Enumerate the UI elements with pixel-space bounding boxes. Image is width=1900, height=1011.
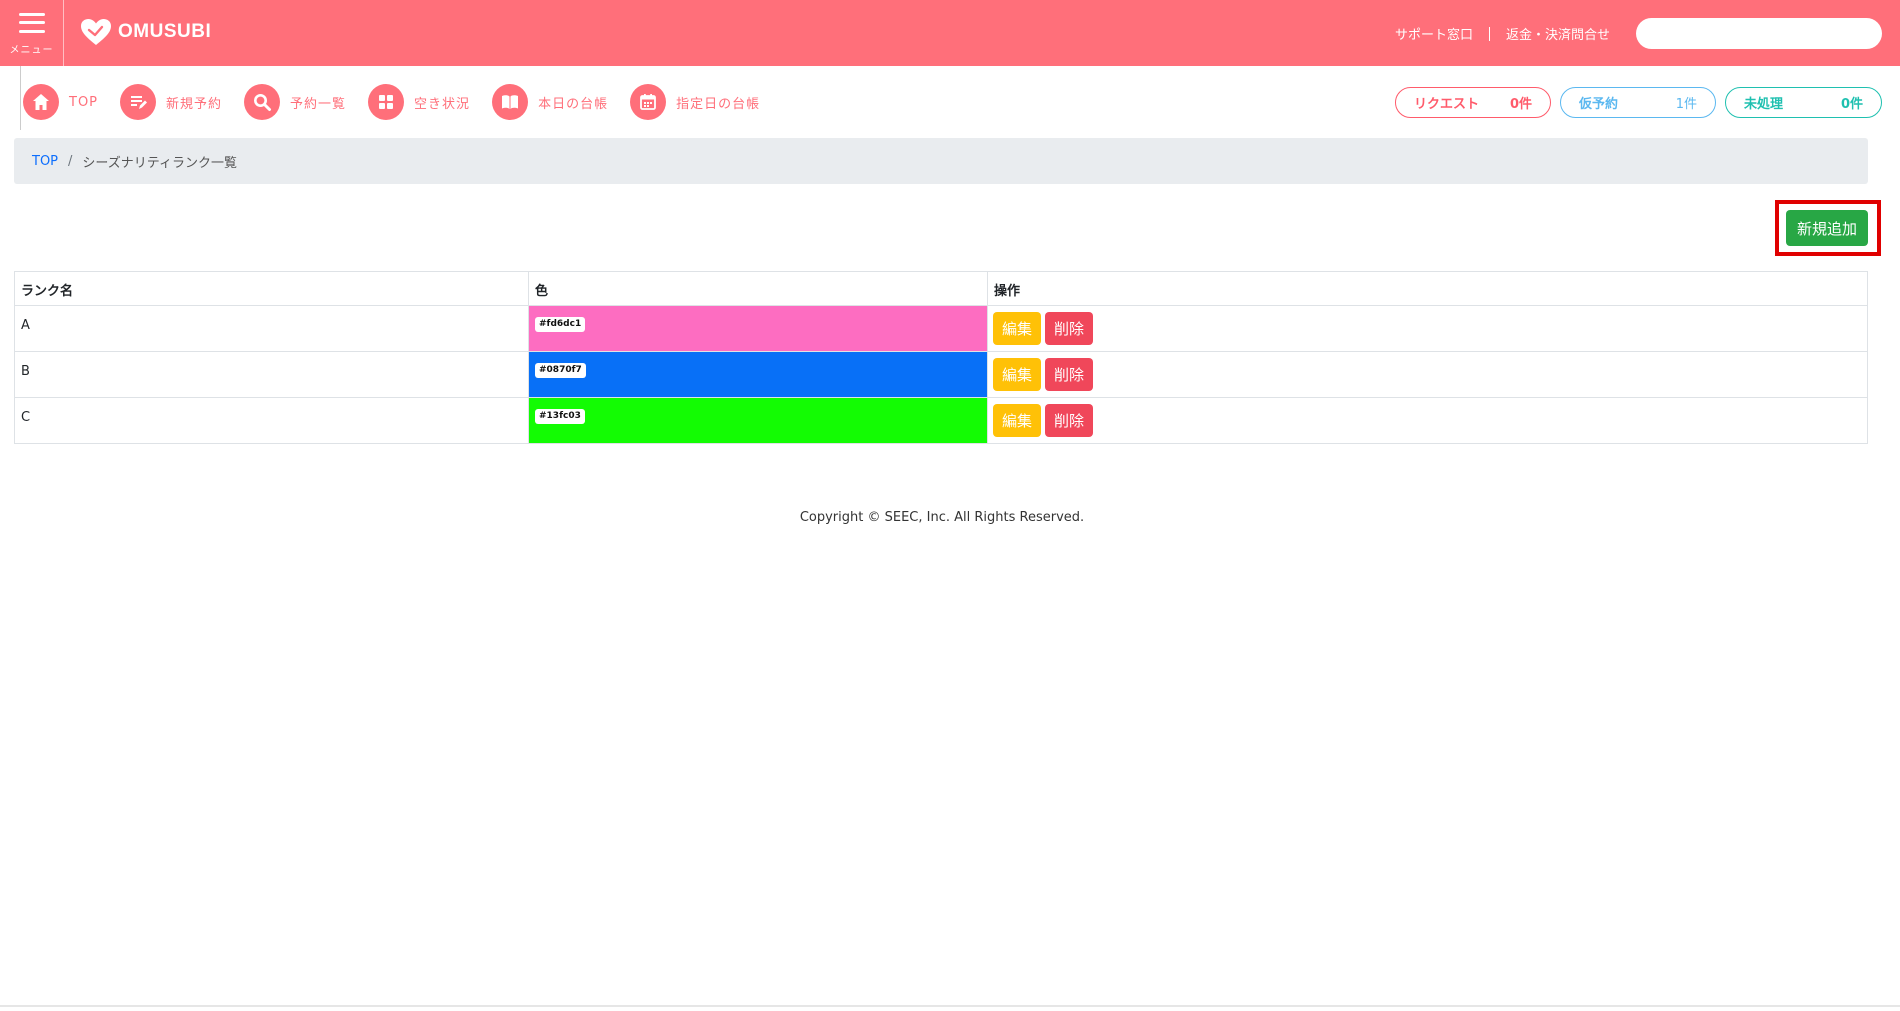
rank-name-cell: B bbox=[14, 351, 529, 398]
rank-name: C bbox=[21, 410, 31, 425]
nav-label-reservation-list: 予約一覧 bbox=[290, 96, 347, 112]
color-swatch: #0870f7 bbox=[528, 351, 988, 398]
breadcrumb-separator: / bbox=[68, 153, 73, 169]
edit-button[interactable]: 編集 bbox=[993, 404, 1042, 437]
table-row: C #13fc03 編集 削除 bbox=[14, 397, 1868, 444]
grid-icon bbox=[368, 84, 405, 120]
search-icon bbox=[244, 84, 281, 120]
table-row: A #fd6dc1 編集 削除 bbox=[14, 305, 1868, 352]
color-code-badge: #0870f7 bbox=[535, 363, 586, 378]
seasonality-rank-table: ランク名 色 操作 A #fd6dc1 編集 削除 B #0870f7 編集 削… bbox=[14, 271, 1868, 444]
nav-item-today-ledger[interactable]: 本日の台帳 bbox=[492, 84, 608, 120]
unprocessed-label: 未処理 bbox=[1744, 97, 1784, 112]
heart-hands-icon bbox=[81, 19, 111, 45]
menu-label: メニュー bbox=[9, 44, 54, 56]
color-swatch: #fd6dc1 bbox=[528, 305, 988, 352]
rank-name: B bbox=[21, 364, 30, 379]
top-header: メニュー OMUSUBI サポート窓口 返金・決済問合せ bbox=[0, 0, 1900, 66]
nav-label-availability: 空き状況 bbox=[414, 96, 471, 112]
tentative-reservation-badge[interactable]: 仮予約 1件 bbox=[1560, 87, 1716, 118]
nav-label-today-ledger: 本日の台帳 bbox=[538, 96, 609, 112]
actions-cell: 編集 削除 bbox=[987, 305, 1868, 352]
nav-label-top: TOP bbox=[69, 94, 99, 110]
nav-label-date-ledger: 指定日の台帳 bbox=[676, 96, 761, 112]
nav-divider bbox=[20, 66, 21, 130]
unprocessed-badge[interactable]: 未処理 0件 bbox=[1725, 87, 1882, 118]
request-label: リクエスト bbox=[1414, 97, 1480, 112]
logo-text: OMUSUBI bbox=[118, 21, 212, 42]
unprocessed-count: 0件 bbox=[1840, 97, 1863, 112]
tentative-count: 1件 bbox=[1675, 97, 1697, 112]
calendar-icon bbox=[630, 84, 667, 120]
header-links: サポート窓口 返金・決済問合せ bbox=[1395, 24, 1610, 43]
color-swatch: #13fc03 bbox=[528, 397, 988, 444]
table-header-row: ランク名 色 操作 bbox=[14, 271, 1868, 306]
rank-name-cell: C bbox=[14, 397, 529, 444]
edit-button[interactable]: 編集 bbox=[993, 312, 1042, 345]
header-search-input[interactable] bbox=[1636, 18, 1882, 49]
breadcrumb-home-link[interactable]: TOP bbox=[32, 154, 58, 169]
quick-nav: TOP 新規予約 予約一覧 空き状況 本日の台帳 指定日の台帳 リクエスト 0件… bbox=[0, 66, 1900, 138]
support-link[interactable]: サポート窓口 bbox=[1395, 24, 1473, 43]
nav-label-new-reservation: 新規予約 bbox=[166, 96, 223, 112]
bottom-divider bbox=[0, 1005, 1900, 1007]
actions-cell: 編集 削除 bbox=[987, 351, 1868, 398]
menu-button[interactable]: メニュー bbox=[0, 0, 64, 66]
hamburger-icon bbox=[18, 12, 45, 33]
tentative-label: 仮予約 bbox=[1579, 97, 1619, 112]
color-code-badge: #fd6dc1 bbox=[535, 317, 586, 332]
nav-item-top[interactable]: TOP bbox=[23, 84, 98, 120]
nav-item-availability[interactable]: 空き状況 bbox=[368, 84, 470, 120]
request-count: 0件 bbox=[1509, 97, 1532, 112]
new-reservation-icon bbox=[120, 84, 157, 120]
delete-button[interactable]: 削除 bbox=[1045, 358, 1094, 391]
book-icon bbox=[492, 84, 529, 120]
nav-item-date-ledger[interactable]: 指定日の台帳 bbox=[630, 84, 760, 120]
rank-name-cell: A bbox=[14, 305, 529, 352]
edit-button[interactable]: 編集 bbox=[993, 358, 1042, 391]
delete-button[interactable]: 削除 bbox=[1045, 404, 1094, 437]
status-pills: リクエスト 0件 仮予約 1件 未処理 0件 bbox=[1386, 87, 1882, 118]
rank-name: A bbox=[21, 318, 30, 333]
nav-item-new-reservation[interactable]: 新規予約 bbox=[120, 84, 222, 120]
copyright-footer: Copyright © SEEC, Inc. All Rights Reserv… bbox=[799, 510, 1085, 525]
refund-inquiry-link[interactable]: 返金・決済問合せ bbox=[1506, 24, 1610, 43]
breadcrumb: TOP / シーズナリティランク一覧 bbox=[14, 138, 1868, 184]
request-count-badge[interactable]: リクエスト 0件 bbox=[1395, 87, 1551, 118]
color-code-badge: #13fc03 bbox=[535, 409, 585, 424]
nav-item-reservation-list[interactable]: 予約一覧 bbox=[244, 84, 346, 120]
column-header-actions: 操作 bbox=[987, 271, 1868, 306]
column-header-color: 色 bbox=[528, 271, 988, 306]
logo[interactable]: OMUSUBI bbox=[80, 18, 211, 46]
header-link-separator bbox=[1488, 26, 1490, 41]
column-header-rank-name: ランク名 bbox=[14, 271, 529, 306]
table-row: B #0870f7 編集 削除 bbox=[14, 351, 1868, 398]
add-new-button[interactable]: 新規追加 bbox=[1786, 210, 1868, 246]
delete-button[interactable]: 削除 bbox=[1045, 312, 1094, 345]
home-icon bbox=[23, 84, 59, 120]
breadcrumb-current: シーズナリティランク一覧 bbox=[82, 155, 237, 171]
actions-cell: 編集 削除 bbox=[987, 397, 1868, 444]
